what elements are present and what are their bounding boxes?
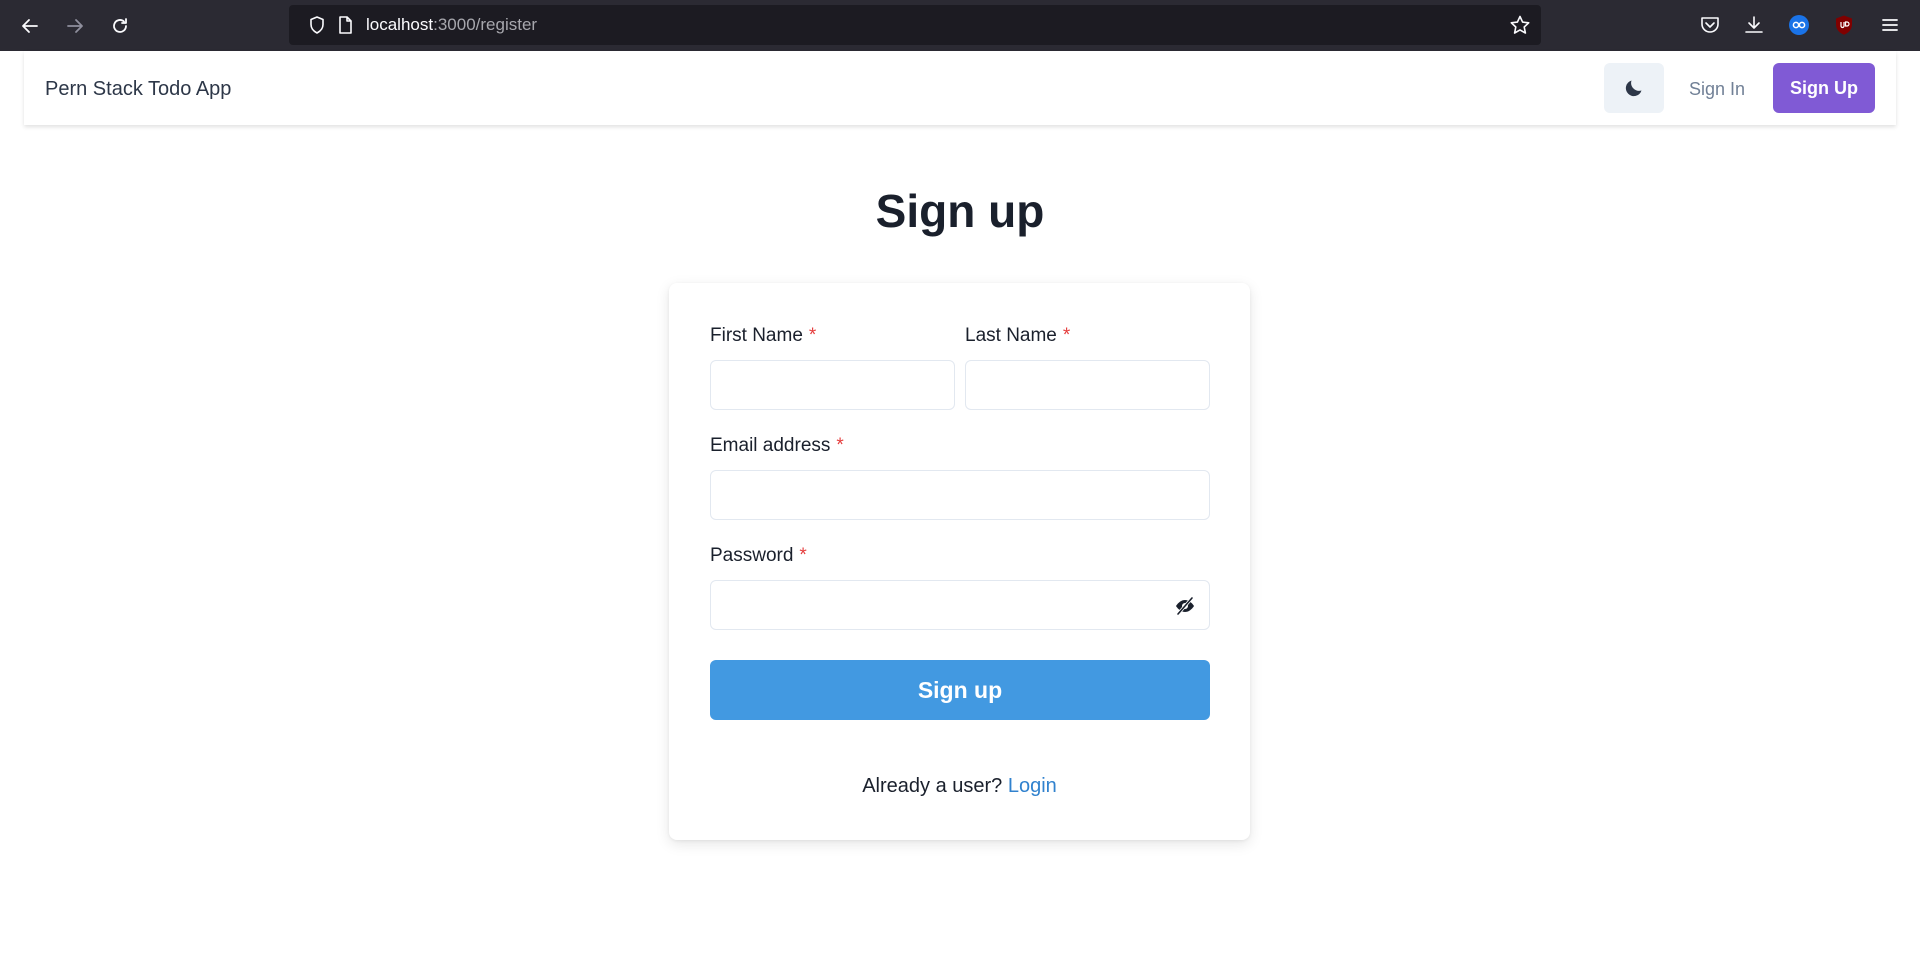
sign-up-button[interactable]: Sign Up bbox=[1773, 63, 1875, 113]
address-bar[interactable]: localhost:3000/register bbox=[289, 5, 1541, 45]
browser-toolbar: localhost:3000/register bbox=[0, 0, 1920, 51]
required-mark: * bbox=[836, 435, 844, 456]
brand-title[interactable]: Pern Stack Todo App bbox=[45, 51, 231, 127]
last-name-label-text: Last Name bbox=[965, 325, 1057, 346]
pocket-button[interactable] bbox=[1698, 13, 1722, 37]
url-path: :3000/register bbox=[433, 15, 538, 34]
last-name-input[interactable] bbox=[966, 361, 1209, 409]
pocket-icon bbox=[1701, 17, 1719, 33]
required-mark: * bbox=[799, 545, 807, 566]
email-label: Email address * bbox=[710, 435, 844, 457]
arrow-right-icon bbox=[67, 19, 83, 33]
last-name-field-wrapper bbox=[965, 360, 1210, 410]
reload-button[interactable] bbox=[106, 12, 134, 40]
eye-slash-icon bbox=[1176, 596, 1194, 616]
required-mark: * bbox=[1062, 325, 1071, 346]
first-name-field-wrapper bbox=[710, 360, 955, 410]
email-label-text: Email address bbox=[710, 435, 831, 456]
email-input[interactable] bbox=[711, 471, 1209, 519]
password-label: Password * bbox=[710, 545, 807, 567]
theme-toggle-button[interactable] bbox=[1604, 63, 1664, 113]
extension-blue-icon bbox=[1789, 15, 1809, 35]
bookmark-star-icon[interactable] bbox=[1509, 14, 1531, 36]
last-name-label: Last Name * bbox=[965, 325, 1070, 347]
toggle-password-visibility-button[interactable] bbox=[1173, 594, 1197, 618]
ublock-shield-icon bbox=[1836, 15, 1852, 35]
ublock-button[interactable] bbox=[1832, 13, 1856, 37]
page-info-icon[interactable] bbox=[335, 15, 355, 35]
email-field-wrapper bbox=[710, 470, 1210, 520]
app-menu-button[interactable] bbox=[1878, 13, 1902, 37]
arrow-left-icon bbox=[22, 19, 38, 33]
sign-up-submit-button[interactable]: Sign up bbox=[710, 660, 1210, 720]
downloads-button[interactable] bbox=[1742, 13, 1766, 37]
sign-in-link[interactable]: Sign In bbox=[1689, 51, 1745, 127]
extension-button[interactable] bbox=[1787, 13, 1811, 37]
password-input[interactable] bbox=[711, 581, 1209, 629]
first-name-input[interactable] bbox=[711, 361, 954, 409]
required-mark: * bbox=[808, 325, 817, 346]
url-host: localhost bbox=[366, 15, 434, 34]
hamburger-menu-icon bbox=[1882, 19, 1898, 31]
app-navbar: Pern Stack Todo App Sign In Sign Up bbox=[24, 51, 1896, 125]
moon-icon bbox=[1625, 80, 1642, 97]
reload-icon bbox=[113, 18, 127, 33]
url-text[interactable]: localhost:3000/register bbox=[366, 5, 537, 45]
forward-button[interactable] bbox=[61, 12, 89, 40]
download-icon bbox=[1745, 16, 1763, 33]
password-field-wrapper bbox=[710, 580, 1210, 630]
first-name-label: First Name * bbox=[710, 325, 816, 347]
back-button[interactable] bbox=[16, 12, 44, 40]
page-title: Sign up bbox=[875, 185, 1045, 237]
login-prompt: Already a user? Login bbox=[669, 775, 1250, 798]
first-name-label-text: First Name bbox=[710, 325, 803, 346]
login-link[interactable]: Login bbox=[1008, 775, 1057, 797]
shield-icon[interactable] bbox=[307, 15, 327, 35]
signup-card: First Name * Last Name * Email address * Pa… bbox=[669, 283, 1250, 840]
login-prompt-text: Already a user? bbox=[862, 775, 1003, 797]
password-label-text: Password bbox=[710, 545, 794, 566]
